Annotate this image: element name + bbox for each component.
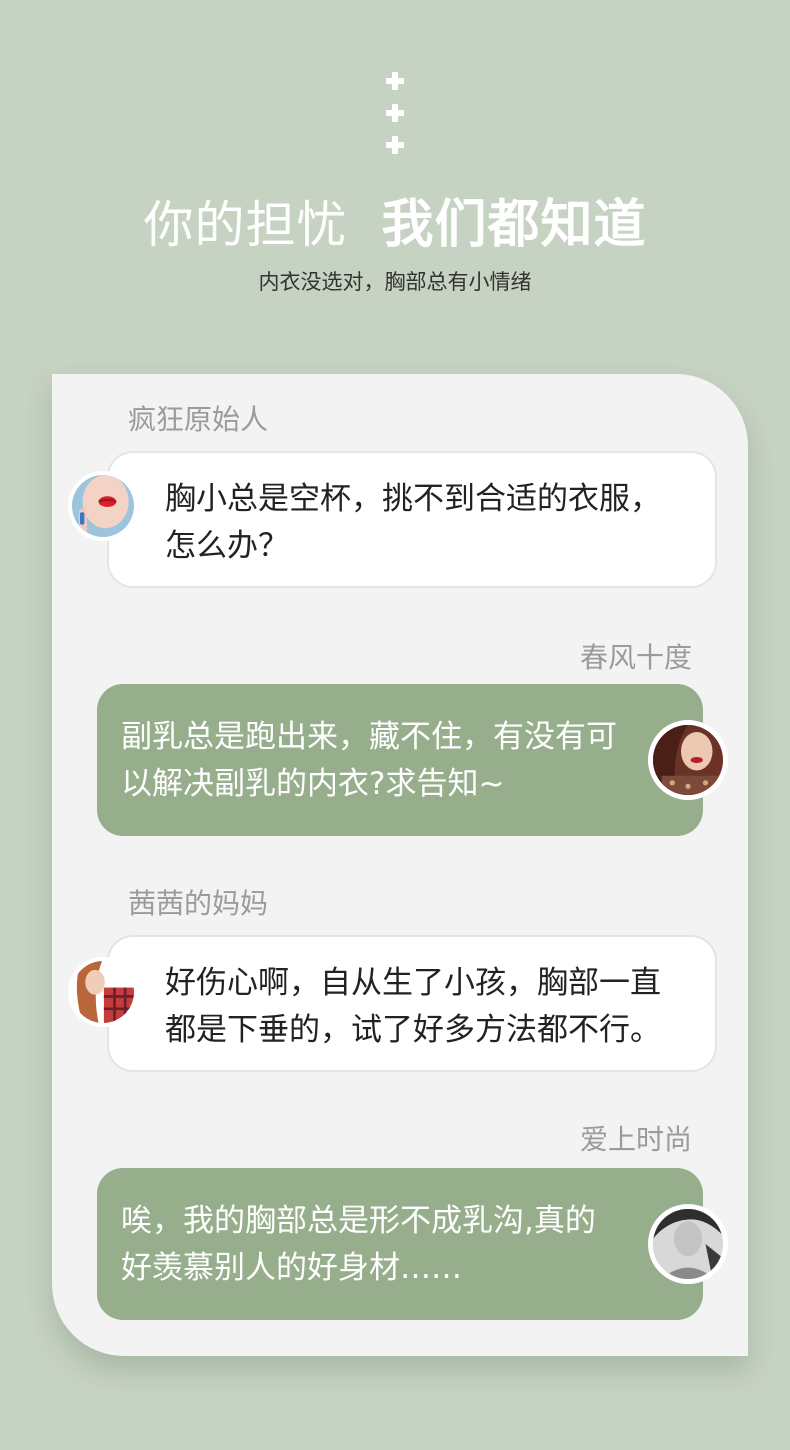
- decorative-plus-stack: [383, 72, 407, 168]
- chat-user-name: 爱上时尚: [579, 1123, 692, 1156]
- chat-message-line: 以解决副乳的内衣?求告知~: [121, 766, 505, 802]
- monochrome-portrait-avatar-icon[interactable]: [648, 1204, 728, 1284]
- chat-bubble: 副乳总是跑出来，藏不住，有没有可 以解决副乳的内衣?求告知~: [97, 684, 703, 836]
- plaid-shirt-avatar-icon[interactable]: [68, 957, 138, 1027]
- chat-bubble: 胸小总是空杯，挑不到合适的衣服， 怎么办？: [107, 451, 717, 588]
- chat-card: 疯狂原始人 胸小总是空杯，挑不到合适的衣服， 怎么办？ 春风十度 副乳总是跑出来…: [52, 374, 748, 1356]
- chat-message-line: 怎么办？: [165, 528, 289, 564]
- chat-bubble: 唉，我的胸部总是形不成乳沟,真的 好羡慕别人的好身材……: [97, 1168, 703, 1320]
- chat-bubble: 好伤心啊，自从生了小孩，胸部一直 都是下垂的，试了好多方法都不行。: [107, 935, 717, 1072]
- chat-message-line: 都是下垂的，试了好多方法都不行。: [165, 1012, 661, 1048]
- chat-message-line: 唉，我的胸部总是形不成乳沟,真的: [121, 1203, 596, 1239]
- plus-icon: [386, 136, 404, 154]
- chat-user-name: 春风十度: [579, 641, 692, 674]
- chat-message-line: 副乳总是跑出来，藏不住，有没有可: [121, 719, 617, 755]
- page-subtitle: 内衣没选对，胸部总有小情绪: [258, 270, 532, 294]
- title-bold: 我们都知道: [381, 195, 647, 255]
- plus-icon: [386, 104, 404, 122]
- chat-user-name: 疯狂原始人: [128, 403, 269, 436]
- chat-message-line: 胸小总是空杯，挑不到合适的衣服，: [165, 481, 661, 517]
- chat-message-line: 好伤心啊，自从生了小孩，胸部一直: [165, 965, 661, 1001]
- title-light: 你的担忧: [143, 196, 348, 254]
- red-lips-avatar-icon[interactable]: [68, 471, 138, 541]
- page-title: 你的担忧 我们都知道: [0, 182, 790, 257]
- red-hair-avatar-icon[interactable]: [648, 720, 728, 800]
- plus-icon: [386, 72, 404, 90]
- chat-user-name: 茜茜的妈妈: [128, 887, 269, 920]
- chat-message-line: 好羡慕别人的好身材……: [121, 1250, 462, 1286]
